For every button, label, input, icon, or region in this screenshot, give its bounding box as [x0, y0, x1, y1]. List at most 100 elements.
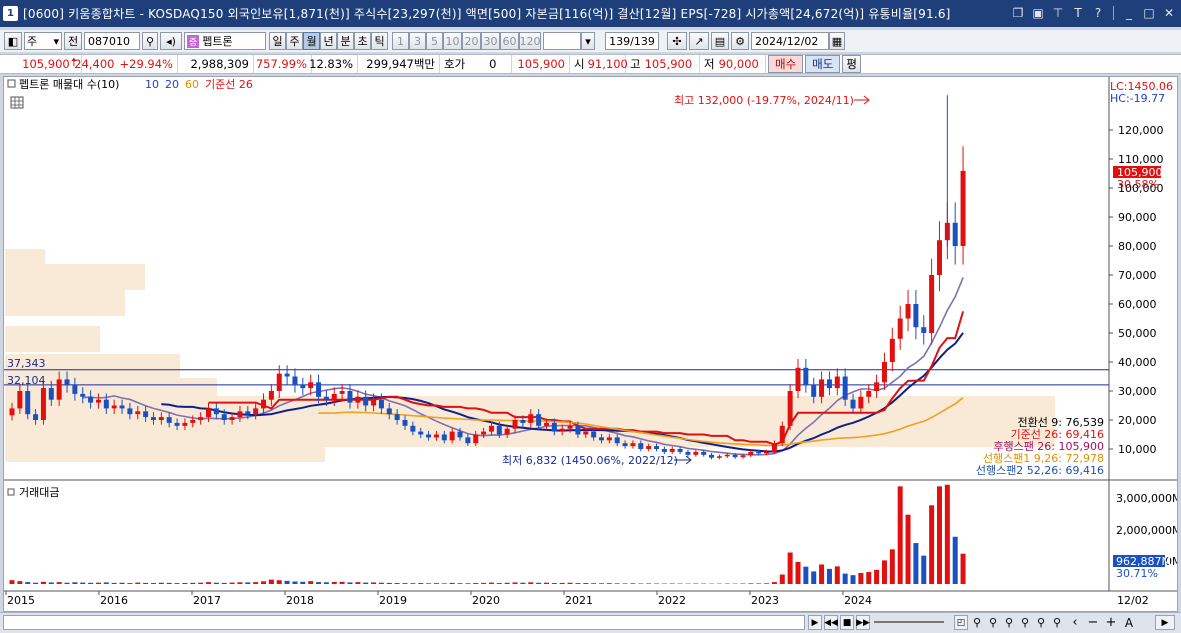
interval-custom-input[interactable]: [543, 32, 581, 50]
interval-60[interactable]: 60: [500, 32, 519, 50]
candle-body: [143, 411, 149, 418]
period-second[interactable]: 초: [354, 32, 371, 50]
stock-code-input[interactable]: 087010: [84, 32, 140, 50]
chevron-down-icon[interactable]: ▾: [581, 32, 595, 50]
candle-body: [9, 408, 15, 416]
volume-bar: [426, 583, 432, 584]
zoom-in-icon[interactable]: ⚲: [970, 615, 984, 630]
chart-area[interactable]: 펩트론 매물대 수(10) 10 20 60 기준선 26 LC:1450.06…: [3, 76, 1181, 612]
volume-bar: [253, 582, 259, 584]
volume-bar: [795, 561, 801, 584]
interval-20[interactable]: 20: [462, 32, 481, 50]
candle-body: [520, 420, 526, 423]
ma60-label: 60: [185, 78, 199, 91]
candle-body: [441, 434, 447, 441]
volume-bar: [858, 572, 864, 584]
volume-bar: [206, 582, 211, 584]
price-repeat: 105,900: [512, 55, 570, 73]
period-year[interactable]: 년: [320, 32, 337, 50]
y-tick-label: 80,000: [1118, 240, 1157, 253]
crosshair-icon[interactable]: ✣: [667, 32, 687, 50]
calendar-icon[interactable]: ▦: [829, 32, 845, 50]
volume-bar: [410, 583, 416, 584]
data-count-field[interactable]: 139/139: [605, 32, 659, 50]
interval-5[interactable]: 5: [426, 32, 443, 50]
interval-buttons: 1 3 5 10 20 30 60 120: [392, 32, 541, 50]
volume-bar: [936, 486, 942, 584]
candle-body: [630, 443, 636, 447]
volume-bar: [905, 514, 911, 584]
stop-icon[interactable]: ■: [840, 615, 854, 630]
volume-bar: [17, 581, 23, 584]
help-icon[interactable]: ?: [1090, 5, 1106, 21]
candle-body: [512, 420, 518, 429]
interval-3[interactable]: 3: [409, 32, 426, 50]
minimize-icon[interactable]: _: [1121, 5, 1137, 21]
font-size-icon[interactable]: A: [1122, 615, 1136, 630]
restore-icon[interactable]: ❐: [1010, 5, 1026, 21]
gear-icon[interactable]: ⚙: [731, 32, 749, 50]
prev-button[interactable]: 전: [64, 32, 82, 50]
title-bar: 1 [0600] 키움종합차트 - KOSDAQ150 외국인보유[1,871(…: [0, 0, 1181, 27]
period-minute[interactable]: 분: [337, 32, 354, 50]
close-icon[interactable]: ✕: [1161, 5, 1177, 21]
scroll-end-icon[interactable]: ▶: [1155, 615, 1175, 630]
volume-bar: [80, 582, 86, 584]
period-tick[interactable]: 틱: [371, 32, 388, 50]
rewind-icon[interactable]: ◀◀: [824, 615, 838, 630]
table-icon[interactable]: [10, 96, 24, 109]
panel-toggle-icon[interactable]: ◧: [4, 32, 22, 50]
pin-icon[interactable]: ⊤: [1050, 5, 1066, 21]
date-input[interactable]: 2024/12/02: [751, 32, 829, 50]
save-icon[interactable]: ▤: [711, 32, 729, 50]
interval-30[interactable]: 30: [481, 32, 500, 50]
zoom-reset-icon[interactable]: ⚲: [1002, 615, 1016, 630]
interval-1[interactable]: 1: [392, 32, 409, 50]
interval-10[interactable]: 10: [443, 32, 462, 50]
period-week[interactable]: 주: [286, 32, 303, 50]
zoom-width-icon[interactable]: ⚲: [1034, 615, 1048, 630]
maximize-icon[interactable]: □: [1141, 5, 1157, 21]
zoom-height-icon[interactable]: ⚲: [1050, 615, 1064, 630]
period-month[interactable]: 월: [303, 32, 320, 50]
volume-bar: [245, 582, 251, 584]
evaluate-button[interactable]: 평: [842, 55, 861, 73]
speaker-icon[interactable]: ◂): [160, 32, 182, 50]
volume-bar: [25, 582, 31, 584]
scroll-right-icon[interactable]: ▶: [808, 615, 822, 630]
market-select[interactable]: 주 ▾: [24, 32, 62, 50]
candle-body: [135, 411, 141, 415]
stock-name-field[interactable]: 증 펩트론: [184, 32, 266, 50]
volume-bar: [960, 553, 966, 584]
zoom-all-icon[interactable]: ◰: [954, 615, 968, 630]
layout-icon[interactable]: ▣: [1030, 5, 1046, 21]
search-icon[interactable]: ⚲: [142, 32, 158, 50]
buy-button[interactable]: 매수: [768, 55, 804, 73]
candle-body: [756, 451, 762, 454]
zoom-out-icon[interactable]: ⚲: [986, 615, 1000, 630]
chevron-left-icon[interactable]: ‹: [1068, 615, 1082, 630]
sell-button[interactable]: 매도: [805, 55, 841, 73]
period-day[interactable]: 일: [269, 32, 286, 50]
volume-bar: [819, 564, 825, 584]
minus-icon[interactable]: −: [1086, 615, 1100, 630]
candle-body: [80, 393, 86, 397]
candle-body: [261, 399, 267, 409]
draw-tool-icon[interactable]: ↗: [689, 32, 709, 50]
zoom-fit-icon[interactable]: ⚲: [1018, 615, 1032, 630]
plus-icon[interactable]: +: [1104, 615, 1118, 630]
window-title: [0600] 키움종합차트 - KOSDAQ150 외국인보유[1,871(천)…: [23, 7, 951, 21]
scroll-track[interactable]: [3, 615, 805, 630]
interval-120[interactable]: 120: [519, 32, 541, 50]
candle-body: [646, 446, 652, 449]
fast-forward-icon[interactable]: ▶▶: [856, 615, 870, 630]
zoom-slider[interactable]: [874, 621, 944, 623]
text-icon[interactable]: T: [1070, 5, 1086, 21]
current-price-pct: 30.58%: [1117, 178, 1159, 191]
price-chart-svg[interactable]: 펩트론 매물대 수(10) 10 20 60 기준선 26 LC:1450.06…: [4, 77, 1181, 611]
volume-profile-bar: [5, 326, 100, 352]
y-tick-label: 30,000: [1118, 385, 1157, 398]
low-price: 저 90,000: [700, 55, 766, 73]
volume-bar: [316, 582, 322, 584]
candle-body: [378, 399, 384, 409]
